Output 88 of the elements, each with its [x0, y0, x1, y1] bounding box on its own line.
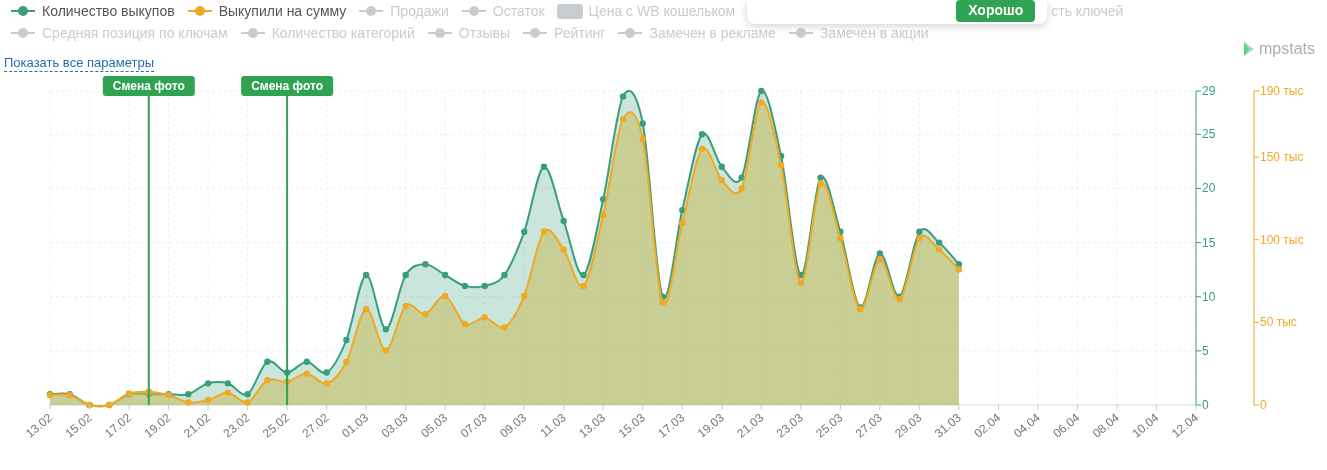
point: [481, 282, 488, 290]
legend-label[interactable]: Количество выкупов: [42, 3, 175, 19]
point: [600, 211, 607, 219]
logo-icon: [1243, 41, 1255, 57]
point: [916, 228, 923, 235]
point: [481, 314, 488, 321]
point: [540, 228, 548, 235]
y-axis-label: 20: [1202, 181, 1216, 196]
point: [639, 120, 646, 127]
y-axis-label: 15: [1202, 235, 1216, 250]
point: [817, 180, 824, 187]
point: [224, 380, 232, 387]
point: [402, 302, 409, 310]
point: [224, 389, 232, 396]
y-axis-label: 10: [1202, 289, 1216, 304]
point: [303, 370, 311, 377]
ok-button[interactable]: Хорошо: [956, 0, 1036, 22]
point: [362, 305, 370, 313]
point: [758, 87, 765, 95]
point: [521, 228, 528, 235]
point: [422, 310, 429, 318]
point: [935, 239, 943, 246]
point: [738, 185, 745, 192]
point: [935, 246, 943, 253]
point: [461, 320, 469, 328]
point: [244, 390, 251, 398]
point: [955, 266, 963, 273]
point: [698, 131, 706, 138]
point: [540, 163, 548, 170]
point: [382, 326, 390, 333]
point: [837, 234, 844, 242]
point: [876, 250, 884, 257]
point: [382, 347, 390, 354]
point: [797, 279, 805, 286]
point: [185, 399, 192, 406]
point: [323, 369, 330, 376]
point: [264, 377, 271, 384]
y-axis-label: 29: [1202, 84, 1216, 98]
point: [244, 399, 251, 406]
point: [521, 292, 528, 300]
point: [303, 358, 311, 365]
point: [817, 174, 824, 181]
point: [501, 324, 508, 331]
y-axis-label: 0: [1202, 398, 1209, 412]
point: [343, 358, 350, 366]
point: [698, 145, 706, 153]
point: [777, 162, 785, 169]
point: [619, 93, 627, 100]
point: [343, 336, 350, 344]
point: [718, 177, 725, 184]
point: [264, 358, 271, 365]
point: [204, 380, 212, 387]
point: [422, 261, 429, 268]
y-axis-label: 25: [1202, 127, 1216, 142]
point: [441, 271, 449, 279]
y-axis-label: 100 тыс: [1260, 232, 1304, 247]
marker-label: Смена фото: [241, 76, 334, 96]
point: [204, 396, 212, 404]
annotation: Смена фото: [112, 79, 185, 93]
legend-label[interactable]: Выкупили на сумму: [218, 3, 347, 19]
logo-text: mpstats: [1259, 40, 1315, 58]
y-axis-label: 50 тыс: [1260, 315, 1297, 330]
point: [402, 271, 409, 279]
point: [659, 299, 666, 306]
point: [718, 163, 725, 170]
point: [679, 220, 686, 227]
annotation: Смена фото: [251, 79, 324, 93]
point: [441, 292, 449, 300]
point: [185, 390, 192, 398]
point: [619, 115, 627, 123]
point: [323, 380, 330, 387]
point: [876, 256, 884, 263]
point: [758, 99, 765, 106]
point: [501, 271, 508, 279]
y-axis-label: 150 тыс: [1260, 150, 1304, 165]
point: [461, 282, 469, 290]
point: [560, 246, 567, 253]
point: [560, 217, 567, 225]
marker-label: Смена фото: [102, 76, 195, 96]
point: [639, 135, 646, 143]
point: [916, 234, 923, 242]
point: [580, 271, 587, 279]
point: [580, 282, 587, 290]
y-axis-label: 190 тыс: [1260, 84, 1304, 98]
show-all-link[interactable]: Показать все параметры: [4, 55, 154, 72]
y-axis-label: 0: [1260, 398, 1267, 412]
y-axis-label: 5: [1202, 343, 1209, 358]
point: [362, 271, 370, 279]
